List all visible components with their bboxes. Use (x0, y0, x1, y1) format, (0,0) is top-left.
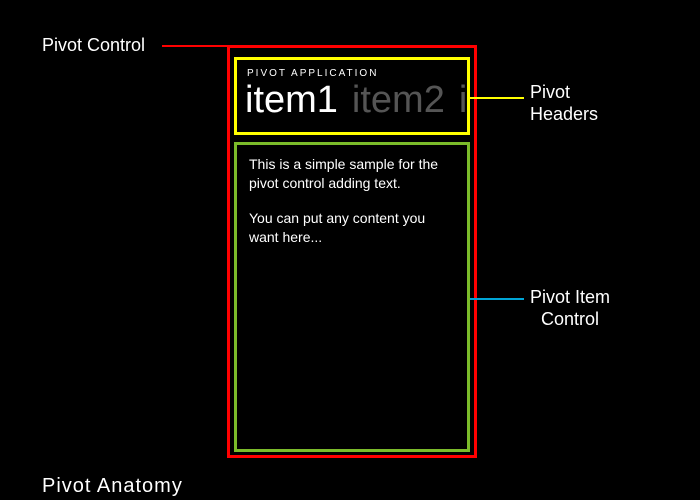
pivot-header-item1[interactable]: item1 (245, 81, 338, 119)
label-pivot-headers-line1: Pivot (530, 82, 598, 104)
pivot-header-item2[interactable]: item2 (352, 81, 445, 119)
label-pivot-item-line2: Control (530, 309, 610, 331)
diagram-canvas: PIVOT APPLICATION item1 item2 ite This i… (0, 0, 700, 500)
pivot-header-item3[interactable]: ite (459, 81, 470, 119)
connector-pivot-item (470, 298, 524, 300)
label-pivot-item-control: Pivot Item Control (530, 287, 610, 330)
app-title: PIVOT APPLICATION (237, 60, 467, 79)
diagram-caption: Pivot Anatomy (0, 468, 700, 500)
pivot-headers-row: item1 item2 ite (237, 81, 467, 119)
label-pivot-headers-line2: Headers (530, 104, 598, 126)
label-pivot-control: Pivot Control (42, 35, 145, 57)
content-paragraph-2: You can put any content you want here... (249, 209, 455, 247)
pivot-item-content: This is a simple sample for the pivot co… (249, 155, 455, 247)
label-pivot-item-line1: Pivot Item (530, 287, 610, 309)
connector-pivot-control (162, 45, 228, 47)
label-pivot-headers: Pivot Headers (530, 82, 598, 125)
pivot-headers-box: PIVOT APPLICATION item1 item2 ite (234, 57, 470, 135)
pivot-item-content-box: This is a simple sample for the pivot co… (234, 142, 470, 452)
content-paragraph-1: This is a simple sample for the pivot co… (249, 155, 455, 193)
connector-pivot-headers (470, 97, 524, 99)
